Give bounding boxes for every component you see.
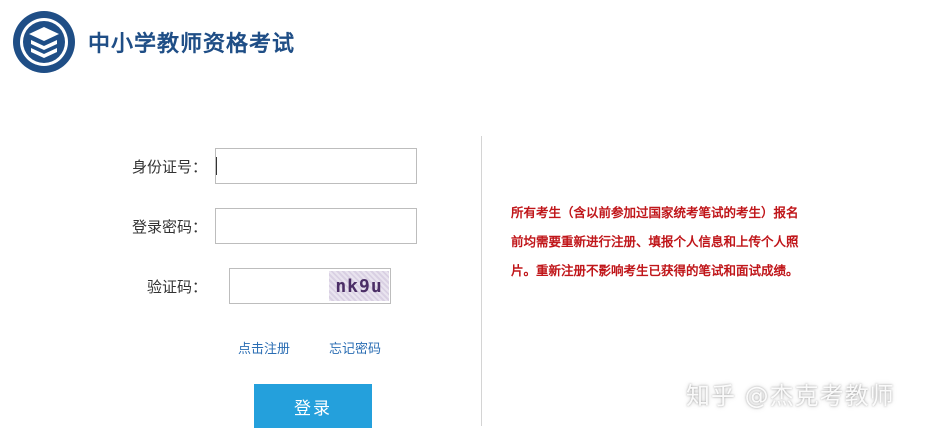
- site-title: 中小学教师资格考试: [88, 32, 296, 57]
- forgot-password-link[interactable]: 忘记密码: [329, 338, 381, 357]
- password-label: 登录密码：: [131, 217, 207, 236]
- registration-notice: 所有考生（含以前参加过国家统考笔试的考生）报名前均需要重新进行注册、填报个人信息…: [511, 205, 799, 278]
- id-number-label: 身份证号：: [131, 157, 207, 176]
- watermark: 知乎 @杰克考教师: [686, 382, 895, 410]
- captcha-label: 验证码：: [146, 277, 207, 296]
- logo-icon: [13, 11, 75, 73]
- password-row: 登录密码：: [115, 208, 417, 244]
- header: 中小学教师资格考试: [12, 10, 295, 74]
- text-caret: [216, 157, 217, 175]
- login-button[interactable]: 登录: [254, 384, 372, 428]
- vertical-divider: [481, 136, 482, 426]
- password-input[interactable]: [215, 208, 417, 244]
- register-link[interactable]: 点击注册: [238, 338, 290, 357]
- captcha-image[interactable]: nk9u: [329, 271, 389, 301]
- id-number-row: 身份证号：: [115, 148, 417, 184]
- id-number-input[interactable]: [215, 148, 417, 184]
